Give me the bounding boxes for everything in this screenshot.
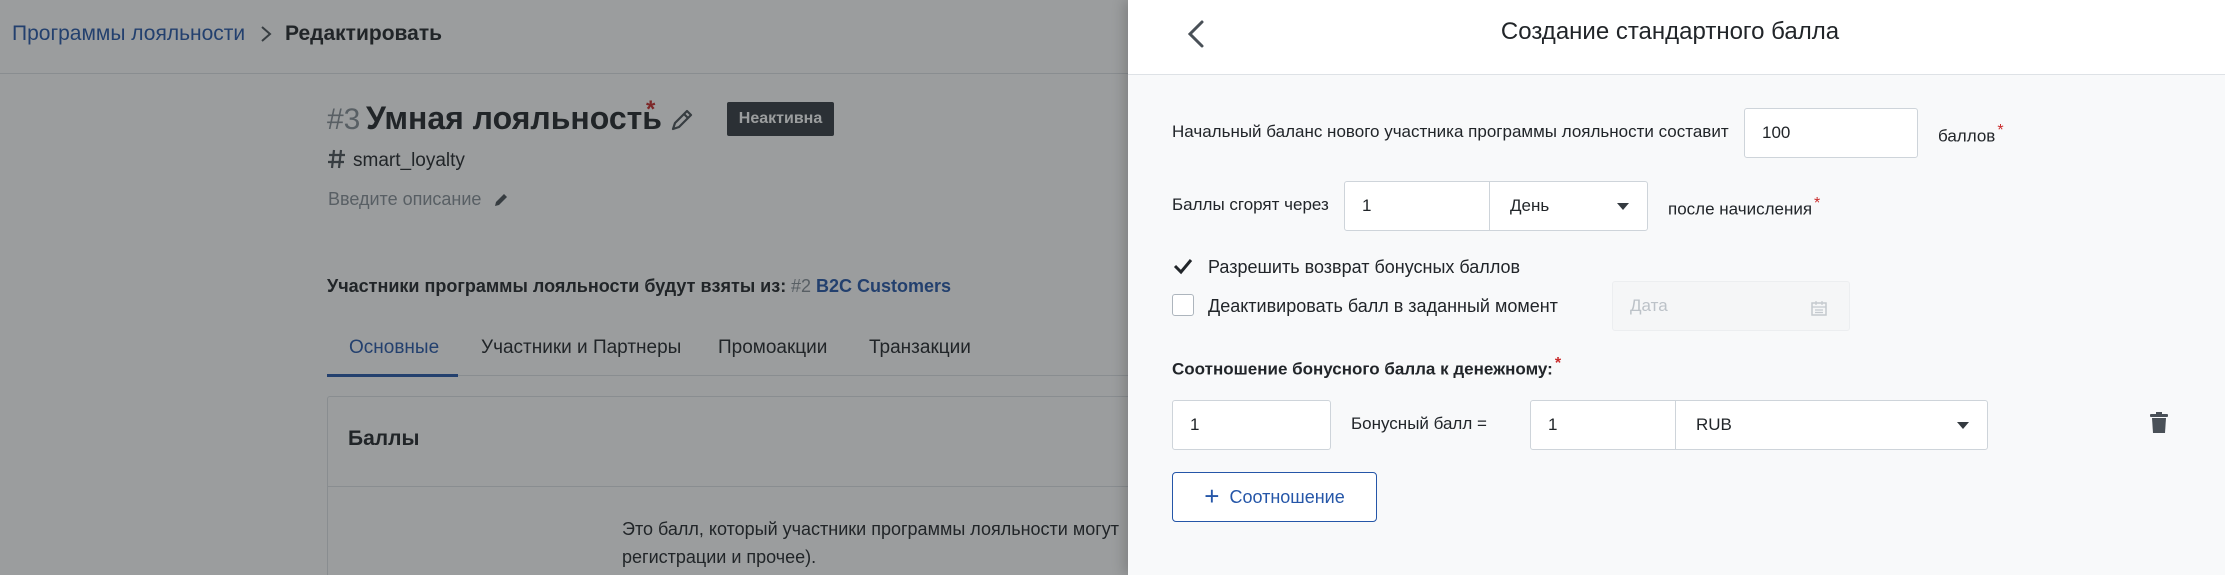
drawer-body: Начальный баланс нового участника програ…: [1128, 75, 2225, 575]
expiry-suffix: после начисления *: [1668, 195, 1820, 220]
ratio-heading: Соотношение бонусного балла к денежному:…: [1172, 355, 1561, 380]
allow-return-label: Разрешить возврат бонусных баллов: [1208, 257, 1521, 277]
create-point-drawer: Создание стандартного балла Начальный ба…: [1128, 0, 2225, 575]
money-value-input[interactable]: 1: [1530, 400, 1676, 450]
trash-icon[interactable]: [2149, 412, 2169, 434]
drawer-header: Создание стандартного балла: [1128, 0, 2225, 75]
add-ratio-button[interactable]: + Соотношение: [1172, 472, 1377, 522]
expiry-unit-value: День: [1510, 196, 1550, 215]
bonus-value-input[interactable]: 1: [1172, 400, 1331, 450]
calendar-icon: [1811, 301, 1827, 316]
required-star: *: [1554, 355, 1562, 372]
drawer-title: Создание стандартного балла: [1500, 18, 1840, 45]
suffix-text: баллов: [1938, 126, 1996, 146]
caret-down-icon: [1617, 203, 1629, 210]
required-star: *: [1814, 195, 1821, 212]
ratio-heading-text: Соотношение бонусного балла к денежному:: [1172, 359, 1553, 379]
required-star: *: [1997, 122, 2004, 139]
bonus-equals-label: Бонусный балл =: [1351, 414, 1487, 433]
initial-balance-input[interactable]: 100: [1744, 108, 1918, 158]
initial-balance-suffix: баллов *: [1938, 122, 2004, 147]
deactivate-checkbox[interactable]: [1172, 294, 1194, 316]
currency-value: RUB: [1696, 415, 1732, 434]
date-input: Дата: [1612, 281, 1850, 331]
modal-backdrop[interactable]: [0, 0, 1128, 575]
suffix-text: после начисления: [1668, 199, 1813, 219]
initial-balance-label: Начальный баланс нового участника програ…: [1172, 122, 1729, 141]
expiry-label: Баллы сгорят через: [1172, 195, 1329, 214]
expiry-unit-select[interactable]: День: [1489, 181, 1648, 231]
deactivate-label: Деактивировать балл в заданный момент: [1208, 296, 1558, 316]
add-ratio-label: Соотношение: [1229, 486, 1345, 507]
allow-return-checkbox[interactable]: [1172, 255, 1194, 277]
currency-select[interactable]: RUB: [1675, 400, 1988, 450]
date-placeholder: Дата: [1630, 296, 1668, 315]
expiry-value-input[interactable]: 1: [1344, 181, 1490, 231]
caret-down-icon: [1957, 422, 1969, 429]
plus-icon: +: [1204, 480, 1220, 511]
checkmark-icon: [1173, 259, 1193, 275]
